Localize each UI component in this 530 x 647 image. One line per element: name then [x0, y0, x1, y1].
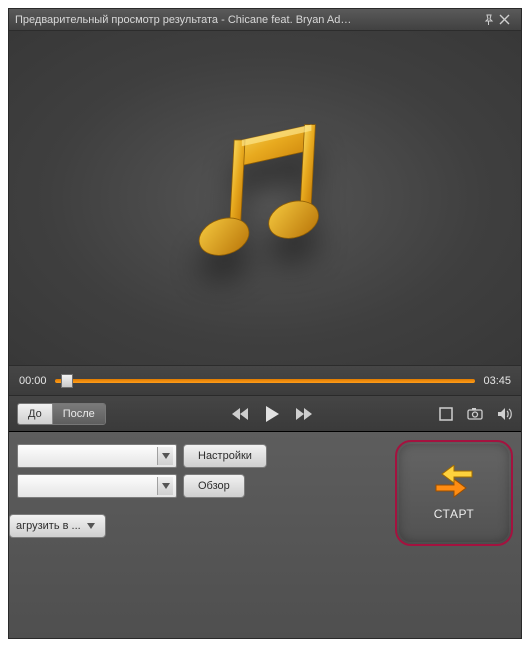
chevron-down-icon — [157, 447, 173, 465]
start-button-label: СТАРТ — [434, 507, 475, 521]
rewind-button[interactable] — [230, 407, 250, 421]
before-after-toggle: До После — [17, 403, 106, 425]
window-title: Предварительный просмотр результата - Ch… — [15, 14, 483, 26]
transport-controls — [230, 405, 314, 423]
camera-icon — [467, 407, 483, 420]
convert-arrows-icon — [430, 465, 478, 499]
upload-button[interactable]: агрузить в ... — [9, 514, 106, 538]
pin-icon — [483, 14, 495, 26]
before-button[interactable]: До — [18, 404, 53, 424]
current-time-label: 00:00 — [19, 375, 47, 387]
forward-button[interactable] — [294, 407, 314, 421]
rewind-icon — [230, 407, 250, 421]
seek-track[interactable] — [55, 379, 476, 383]
total-time-label: 03:45 — [483, 375, 511, 387]
upload-row: агрузить в ... — [17, 514, 387, 538]
pin-button[interactable] — [483, 14, 499, 26]
seek-handle[interactable] — [61, 374, 73, 388]
fullscreen-icon — [439, 407, 453, 421]
seek-bar-row: 00:00 03:45 — [9, 366, 521, 396]
upload-button-label: агрузить в ... — [16, 520, 81, 532]
bottom-panel: Настройки Обзор агрузить в ... — [9, 432, 521, 638]
close-button[interactable] — [499, 14, 515, 25]
browse-button[interactable]: Обзор — [183, 474, 245, 498]
settings-button[interactable]: Настройки — [183, 444, 267, 468]
chevron-down-icon — [87, 523, 95, 529]
fullscreen-button[interactable] — [439, 407, 453, 421]
music-note-icon — [185, 113, 345, 283]
chevron-down-icon — [157, 477, 173, 495]
after-button[interactable]: После — [53, 404, 105, 424]
right-control-icons — [439, 407, 513, 421]
browse-row: Обзор — [17, 474, 387, 498]
titlebar: Предварительный просмотр результата - Ch… — [9, 9, 521, 31]
format-dropdown[interactable] — [17, 444, 177, 468]
player-window: Предварительный просмотр результата - Ch… — [8, 8, 522, 639]
preview-area — [9, 31, 521, 366]
bottom-left-column: Настройки Обзор агрузить в ... — [17, 440, 387, 630]
forward-icon — [294, 407, 314, 421]
controls-row: До После — [9, 396, 521, 432]
settings-row: Настройки — [17, 444, 387, 468]
snapshot-button[interactable] — [467, 407, 483, 420]
volume-button[interactable] — [497, 407, 513, 421]
close-icon — [499, 14, 510, 25]
start-button[interactable]: СТАРТ — [395, 440, 513, 546]
play-button[interactable] — [264, 405, 280, 423]
play-icon — [264, 405, 280, 423]
folder-dropdown[interactable] — [17, 474, 177, 498]
speaker-icon — [497, 407, 513, 421]
